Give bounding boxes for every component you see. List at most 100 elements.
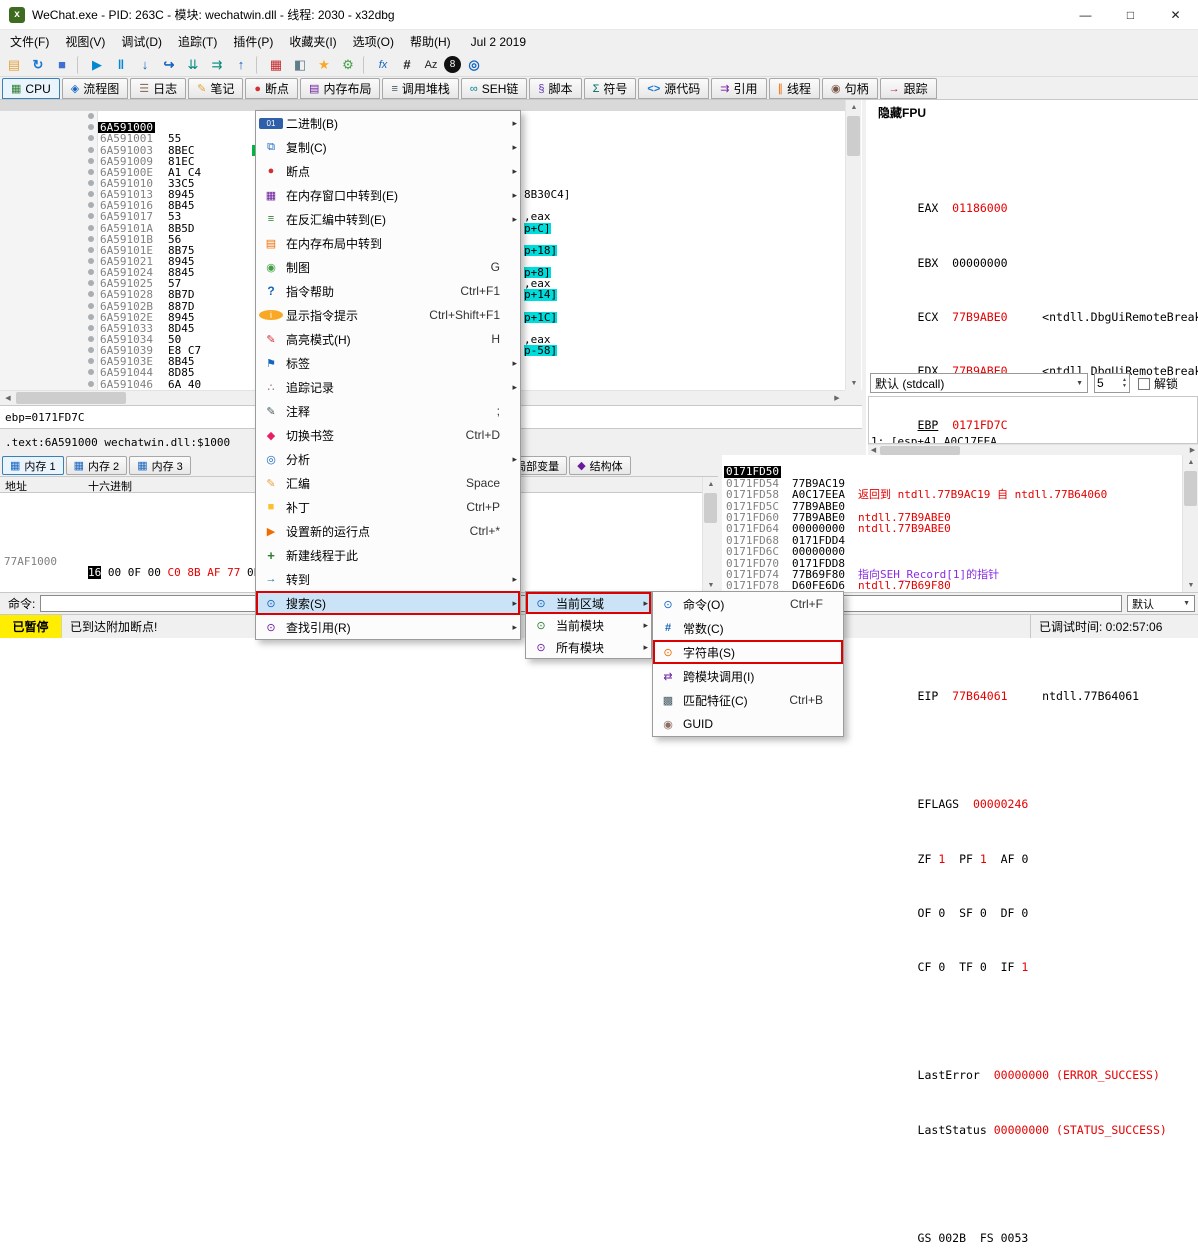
settings-icon[interactable]: ⚙ [337,55,359,75]
scroll-down-icon[interactable]: ▼ [703,578,718,592]
register-line[interactable]: EDX 77B9ABE0 <ntdll.DbgUiRemoteBreakin> [876,341,1198,353]
fx-icon[interactable]: fx [372,55,394,75]
scroll-left-icon[interactable]: ◀ [868,445,879,455]
context-menu-item[interactable]: ✎ 高亮模式(H) H [256,327,520,351]
submenu-item[interactable]: ⊙ 字符串(S) [653,640,843,664]
scroll-left-icon[interactable]: ◀ [0,391,16,405]
hide-fpu-label[interactable]: 隐藏FPU [878,104,926,121]
menubar-item[interactable]: 收藏夹(I) [281,30,344,53]
context-menu-item[interactable]: ? 指令帮助 Ctrl+F1 [256,279,520,303]
tab-dump-2[interactable]: ▦ 内存 2 [66,456,128,475]
scrollbar-thumb[interactable] [1184,471,1197,506]
stack-row[interactable]: 0171FD58 77B9ABE0 ntdll.77B9ABE0 [722,478,1198,489]
tab-graph[interactable]: ◈ 流程图 [62,78,128,99]
instruction-dot-icon[interactable] [88,369,94,375]
instruction-dot-icon[interactable] [88,113,94,119]
tab-breakpoints[interactable]: ● 断点 [245,78,298,99]
tab-notes[interactable]: ✎ 笔记 [188,78,243,99]
context-menu-item[interactable]: ⊙ 搜索(S) ▸ [256,591,520,615]
instruction-dot-icon[interactable] [88,314,94,320]
stop-icon[interactable]: ■ [51,55,73,75]
context-menu-item[interactable]: ◉ 制图 G [256,255,520,279]
instruction-dot-icon[interactable] [88,213,94,219]
submenu-item[interactable]: ⊙ 命令(O) Ctrl+F [653,592,843,616]
stack-row[interactable]: 0171FD5C 77B9ABE0 ntdll.77B9ABE0 [722,489,1198,500]
register-line[interactable]: LastStatus 00000000 (STATUS_SUCCESS) [876,1099,1198,1111]
tab-seh[interactable]: ∞ SEH链 [461,78,528,99]
submenu-item[interactable]: # 常数(C) [653,616,843,640]
context-menu-item[interactable]: ✎ 汇编 Space [256,471,520,495]
context-menu-item[interactable]: ≡ 在反汇编中转到(E) ▸ [256,207,520,231]
register-line[interactable] [876,1153,1198,1165]
step-over-icon[interactable]: ↪ [158,55,180,75]
dump-vscrollbar[interactable]: ▲ ▼ [702,477,718,592]
tab-struct[interactable]: ◆ 结构体 [569,456,630,475]
system-search-icon[interactable]: ◎ [463,55,485,75]
register-line[interactable]: OF 0 SF 0 DF 0 [876,882,1198,894]
scroll-down-icon[interactable]: ▼ [1183,578,1198,592]
tab-dump-1[interactable]: ▦ 内存 1 [2,456,64,475]
stack-row[interactable]: 0171FD68 00000000 [722,523,1198,534]
stack-row[interactable]: 0171FD50 77B9AC19 返回到 ntdll.77B9AC19 自 n… [722,455,1198,466]
instruction-dot-icon[interactable] [88,225,94,231]
context-menu-item[interactable]: ▦ 在内存窗口中转到(E) ▸ [256,183,520,207]
instruction-dot-icon[interactable] [88,325,94,331]
scrollbar-thumb[interactable] [704,493,717,523]
tab-handles[interactable]: ◉ 句柄 [822,78,878,99]
register-line[interactable]: EFLAGS 00000246 [876,774,1198,786]
instruction-dot-icon[interactable] [88,358,94,364]
instruction-dot-icon[interactable] [88,291,94,297]
instruction-dot-icon[interactable] [88,158,94,164]
tab-references[interactable]: ⇉ 引用 [711,78,766,99]
context-menu-item[interactable]: ◎ 分析 ▸ [256,447,520,471]
menubar-item[interactable]: 调试(D) [113,30,170,53]
context-menu-item[interactable]: ▶ 设置新的运行点 Ctrl+* [256,519,520,543]
context-menu-item[interactable]: + 新建线程于此 [256,543,520,567]
context-menu-item[interactable]: 01 二进制(B) ▸ [256,111,520,135]
tab-script[interactable]: § 脚本 [529,78,581,99]
context-menu-item[interactable]: ● 断点 ▸ [256,159,520,183]
trace-over-icon[interactable]: ⇉ [206,55,228,75]
stack-row[interactable]: 0171FD78 00000000 [722,569,1198,580]
call-argument[interactable]: 1: [esp+4] A0C17EEA [871,436,1197,444]
breakpoints-icon[interactable]: ▦ [265,55,287,75]
register-line[interactable] [876,720,1198,732]
instruction-dot-icon[interactable] [88,180,94,186]
run-icon[interactable]: ▶ [86,55,108,75]
instruction-dot-icon[interactable] [88,303,94,309]
instruction-dot-icon[interactable] [88,191,94,197]
instruction-dot-icon[interactable] [88,336,94,342]
submenu-item[interactable]: ◉ GUID [653,712,843,736]
instruction-dot-icon[interactable] [88,135,94,141]
register-line[interactable]: ECX 77B9ABE0 <ntdll.DbgUiRemoteBreakin> [876,286,1198,298]
instruction-dot-icon[interactable] [88,258,94,264]
tab-call-stack[interactable]: ≡ 调用堆栈 [382,78,458,99]
scroll-right-icon[interactable]: ▶ [829,391,845,405]
scrollbar-thumb[interactable] [880,446,960,455]
calling-convention-select[interactable]: 默认 (stdcall) ▼ [870,373,1088,393]
pause-icon[interactable]: ‖ [110,55,132,75]
hash-icon[interactable]: # [396,55,418,75]
trace-into-icon[interactable]: ⇊ [182,55,204,75]
scroll-right-icon[interactable]: ▶ [1187,445,1198,455]
arg-count-spinner[interactable]: 5 ▲▼ [1094,373,1130,393]
menubar-item[interactable]: 插件(P) [225,30,281,53]
scroll-up-icon[interactable]: ▲ [703,477,718,491]
submenu-item[interactable]: ⇄ 跨模块调用(I) [653,664,843,688]
scrollbar-thumb[interactable] [847,116,860,156]
menubar-item[interactable]: 帮助(H) [402,30,459,53]
menubar-item[interactable]: 追踪(T) [170,30,225,53]
favourites-icon[interactable]: ★ [313,55,335,75]
step-into-icon[interactable]: ↓ [134,55,156,75]
tab-symbols[interactable]: Σ 符号 [584,78,637,99]
maximize-button[interactable]: □ [1108,0,1153,29]
tab-dump-3[interactable]: ▦ 内存 3 [129,456,191,475]
context-menu-item[interactable]: ⚑ 标签 ▸ [256,351,520,375]
instruction-dot-icon[interactable] [88,247,94,253]
disassembly-vscrollbar[interactable]: ▲ ▼ [845,100,861,390]
register-line[interactable]: ZF 1 PF 1 AF 0 [876,828,1198,840]
instruction-dot-icon[interactable] [88,147,94,153]
context-menu-item[interactable]: → 转到 ▸ [256,567,520,591]
menubar-item[interactable]: 文件(F) [2,30,57,53]
tab-source[interactable]: <> 源代码 [638,78,709,99]
